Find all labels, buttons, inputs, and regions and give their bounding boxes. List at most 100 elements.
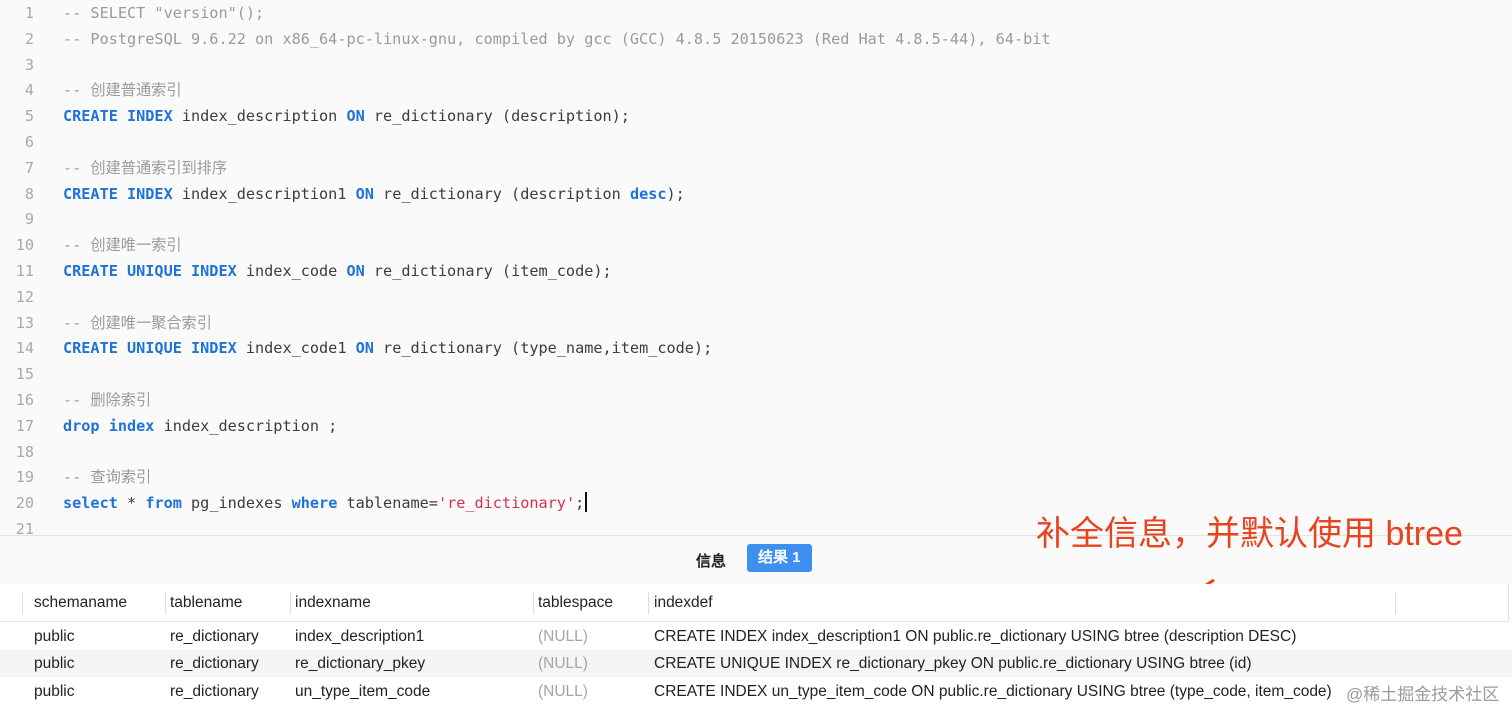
table-row[interactable]: public re_dictionary un_type_item_code (NUL… [0, 678, 1512, 705]
code-line[interactable]: 10 -- 创建唯一索引 [0, 232, 1512, 258]
column-header-indexdef[interactable]: indexdef [644, 584, 713, 621]
sql-keyword: ON [346, 262, 365, 280]
line-number: 14 [15, 339, 34, 358]
code-text: -- PostgreSQL 9.6.22 on x86_64-pc-linux-… [63, 26, 1051, 52]
code-text: drop index index_description ; [63, 413, 337, 439]
table-row[interactable]: public re_dictionary re_dictionary_pkey (NU… [0, 650, 1512, 678]
sql-keyword: select [63, 494, 118, 513]
grid-header: schemaname tablename indexname tablespace in… [0, 584, 1509, 622]
code-line[interactable]: 17 drop index index_description ; [0, 413, 1512, 439]
cell-indexname[interactable]: re_dictionary_pkey [285, 650, 425, 677]
sql-text: index_description1 [172, 184, 356, 203]
tab-info[interactable]: 信息 [690, 548, 732, 573]
sql-comment: -- 创建普通索引 [63, 81, 182, 100]
column-header-tablespace[interactable]: tablespace [528, 584, 613, 621]
line-number: 6 [24, 133, 34, 151]
code-text: CREATE INDEX index_description1 ON re_di… [63, 181, 685, 207]
code-line[interactable]: 19 -- 查询索引 [0, 464, 1512, 490]
code-line[interactable]: 15 [0, 361, 1512, 387]
code-line[interactable]: 9 [0, 206, 1512, 232]
sql-text: tablename= [337, 494, 438, 513]
sql-text: ; [575, 494, 585, 513]
table-row[interactable]: public re_dictionary index_description1 (NU… [0, 623, 1512, 650]
line-number: 17 [15, 416, 34, 435]
cell-tablespace[interactable]: (NULL) [528, 678, 588, 705]
sql-keyword: CREATE UNIQUE INDEX [63, 339, 237, 358]
cell-tablename[interactable]: re_dictionary [160, 678, 259, 705]
annotation-text: 补全信息，并默认使用 btree [1036, 515, 1463, 553]
code-text: CREATE UNIQUE INDEX index_code1 ON re_di… [63, 335, 712, 361]
code-line[interactable]: 6 [0, 129, 1512, 155]
code-line[interactable]: 2 -- PostgreSQL 9.6.22 on x86_64-pc-linux… [0, 26, 1512, 52]
code-line[interactable]: 18 [0, 439, 1512, 465]
sql-comment: -- 创建唯一索引 [63, 236, 182, 255]
result-grid[interactable]: schemaname tablename indexname tablespace in… [0, 584, 1512, 722]
sql-text: re_dictionary (type_name,item_code); [373, 339, 713, 358]
line-number: 12 [15, 287, 34, 306]
column-divider[interactable] [1395, 592, 1396, 614]
sql-comment: -- 创建唯一聚合索引 [63, 313, 212, 332]
sql-text: index_description [172, 107, 347, 126]
sql-keyword: CREATE UNIQUE INDEX [63, 262, 237, 280]
cell-schemaname[interactable]: public [24, 623, 75, 650]
code-line[interactable]: 12 [0, 284, 1512, 310]
code-line[interactable]: 11 CREATE UNIQUE INDEX index_code ON re_d… [0, 258, 1512, 284]
cell-indexname[interactable]: index_description1 [285, 623, 424, 650]
code-text: -- 查询索引 [63, 464, 151, 490]
code-text: -- 删除索引 [63, 387, 151, 413]
code-line[interactable]: 1 -- SELECT "version"(); [0, 0, 1512, 26]
code-line[interactable]: 16 -- 删除索引 [0, 387, 1512, 413]
code-text: -- 创建普通索引到排序 [63, 155, 227, 181]
code-text: -- 创建普通索引 [63, 77, 182, 103]
line-number: 2 [24, 29, 34, 48]
line-number: 13 [15, 313, 34, 332]
sql-keyword: ON [355, 184, 374, 203]
cell-tablespace[interactable]: (NULL) [528, 623, 588, 650]
code-text: CREATE INDEX index_description ON re_dic… [63, 103, 630, 129]
code-line[interactable]: 7 -- 创建普通索引到排序 [0, 155, 1512, 181]
cell-tablename[interactable]: re_dictionary [160, 650, 259, 677]
sql-keyword: ON [355, 339, 374, 358]
line-number: 8 [24, 184, 34, 203]
cell-tablename[interactable]: re_dictionary [160, 623, 259, 650]
sql-keyword: from [145, 494, 182, 513]
code-line[interactable]: 4 -- 创建普通索引 [0, 77, 1512, 103]
sql-keyword: CREATE INDEX [63, 184, 173, 203]
sql-text: index_code [236, 262, 347, 280]
cell-schemaname[interactable]: public [24, 678, 75, 705]
sql-text: index_description ; [154, 416, 338, 435]
code-line[interactable]: 5 CREATE INDEX index_description ON re_di… [0, 103, 1512, 129]
line-number: 21 [15, 520, 34, 535]
text-caret [585, 492, 587, 513]
line-number: 18 [15, 442, 34, 461]
sql-text: index_code1 [236, 339, 356, 358]
sql-comment: -- 创建普通索引到排序 [63, 158, 228, 177]
code-line[interactable]: 14 CREATE UNIQUE INDEX index_code1 ON re_… [0, 335, 1512, 361]
code-line[interactable]: 13 -- 创建唯一聚合索引 [0, 310, 1512, 336]
tab-result-1[interactable]: 结果 1 [747, 544, 812, 572]
column-header-tablename[interactable]: tablename [160, 584, 242, 621]
column-divider[interactable] [22, 592, 23, 614]
cell-schemaname[interactable]: public [24, 650, 75, 677]
line-number: 4 [24, 81, 34, 100]
code-text: -- SELECT "version"(); [63, 0, 264, 26]
sql-editor[interactable]: 1 -- SELECT "version"(); 2 -- PostgreSQL 9.… [0, 0, 1512, 535]
code-line[interactable]: 8 CREATE INDEX index_description1 ON re_d… [0, 181, 1512, 207]
cell-indexdef[interactable]: CREATE INDEX index_description1 ON publi… [644, 623, 1296, 650]
line-number: 16 [15, 391, 34, 409]
cell-indexdef[interactable]: CREATE INDEX un_type_item_code ON public… [644, 678, 1332, 705]
sql-keyword: where [291, 494, 338, 513]
sql-comment: -- 查询索引 [63, 468, 152, 487]
column-header-schemaname[interactable]: schemaname [24, 584, 127, 621]
sql-text: * [117, 494, 146, 513]
cell-indexdef[interactable]: CREATE UNIQUE INDEX re_dictionary_pkey O… [644, 650, 1252, 677]
cell-indexname[interactable]: un_type_item_code [285, 678, 430, 705]
column-header-indexname[interactable]: indexname [285, 584, 371, 621]
code-line[interactable]: 3 [0, 52, 1512, 78]
line-number: 1 [24, 4, 34, 22]
sql-text: pg_indexes [181, 494, 292, 513]
line-number: 9 [24, 210, 34, 229]
cell-tablespace[interactable]: (NULL) [528, 650, 588, 677]
sql-keyword: ON [346, 107, 365, 126]
sql-keyword: drop index [63, 416, 155, 435]
